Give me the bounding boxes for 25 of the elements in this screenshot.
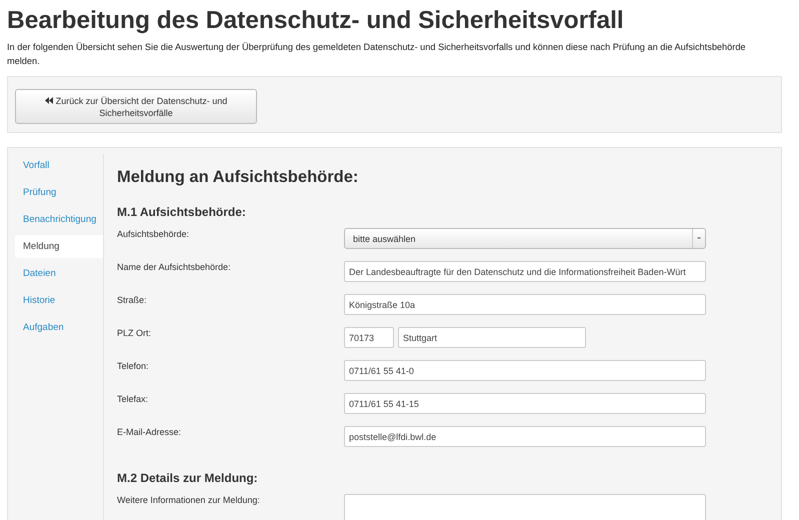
input-field[interactable]: Der Landesbeauftragte für den Datenschutz und die Informationsfreiheit Baden-Würt xyxy=(344,261,706,282)
section-heading: Meldung an Aufsichtsbehörde: xyxy=(117,168,360,187)
back-button[interactable]: Zurück zur Übersicht der Datenschutz- und Sicherheitsvorfälle xyxy=(15,89,257,124)
field-label: E-Mail-Adresse: xyxy=(117,426,182,437)
input-field[interactable] xyxy=(344,494,706,520)
field-label: Name der Aufsichtsbehörde: xyxy=(117,261,232,272)
input-field[interactable]: 0711/61 55 41-15 xyxy=(344,393,706,414)
subsection-heading: M.1 Aufsichtsbehörde: xyxy=(117,205,247,219)
field-label: Weitere Informationen zur Meldung: xyxy=(117,494,261,505)
field-label: PLZ Ort: xyxy=(117,327,152,338)
field-label: Telefax: xyxy=(117,393,150,404)
city-field[interactable]: Stuttgart xyxy=(398,327,586,348)
page-title: Bearbeitung des Datenschutz- und Sicherheitsvorfall xyxy=(7,6,625,36)
select-field[interactable]: bitte auswählen xyxy=(344,228,706,249)
input-field[interactable]: Königstraße 10a xyxy=(344,294,706,315)
field-label: Straße: xyxy=(117,294,148,305)
subsection-heading: M.2 Details zur Meldung: xyxy=(117,471,259,485)
field-label: Telefon: xyxy=(117,360,150,371)
sidebar-item[interactable]: Meldung xyxy=(15,235,103,258)
zip-field[interactable]: 70173 xyxy=(344,327,394,348)
double-arrow-left-icon xyxy=(44,96,53,104)
intro-text: In der folgenden Übersicht sehen Sie die Auswertung der Überprüfung des gemeldeten Datenschutz- und Sicherheitsvorfalls und können diese nach Prüfung an die Aufsichtsbehörde melden. xyxy=(7,41,747,68)
input-field[interactable]: poststelle@lfdi.bwl.de xyxy=(344,426,706,447)
field-label: Aufsichtsbehörde: xyxy=(117,228,190,239)
input-field[interactable]: 0711/61 55 41-0 xyxy=(344,360,706,381)
